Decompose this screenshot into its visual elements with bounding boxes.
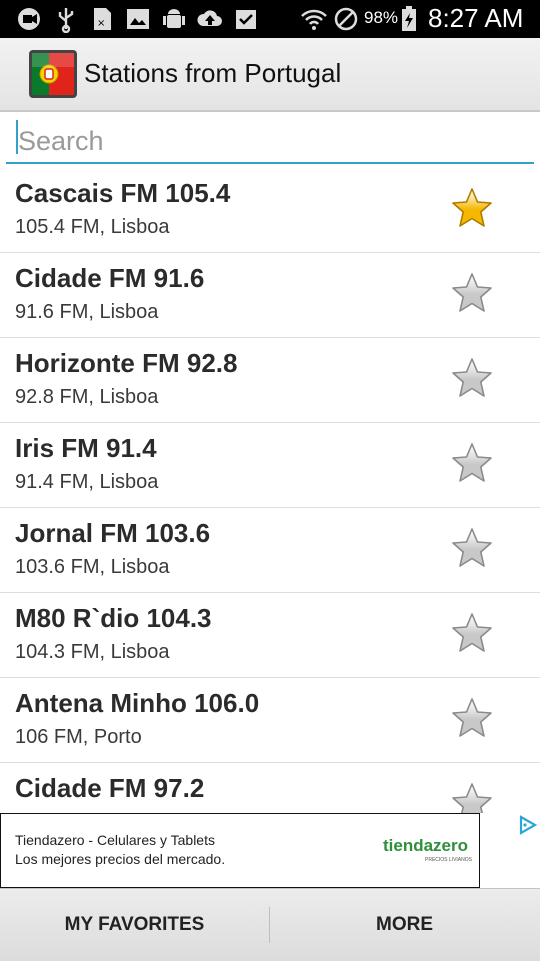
app-bar: Stations from Portugal	[0, 38, 540, 112]
no-signal-icon	[334, 7, 358, 31]
image-icon	[127, 9, 149, 29]
status-bar: × 98% 8:27 AM	[0, 0, 540, 38]
station-frequency-city: 106 FM, Porto	[15, 726, 142, 748]
station-frequency-city: 105.4 FM, Lisboa	[15, 216, 170, 238]
portugal-flag-icon[interactable]	[29, 50, 77, 98]
more-button[interactable]: MORE	[270, 889, 539, 961]
station-name: M80 R`dio 104.3	[15, 603, 212, 633]
favorite-star-icon[interactable]	[450, 442, 494, 484]
cloud-upload-icon	[197, 10, 222, 26]
station-row[interactable]: Iris FM 91.4 91.4 FM, Lisboa	[0, 423, 540, 508]
station-name: Iris FM 91.4	[15, 433, 157, 463]
svg-text:×: ×	[97, 18, 105, 29]
clock: 8:27 AM	[428, 3, 524, 33]
sim-icon: ×	[94, 8, 111, 30]
adchoices-icon[interactable]	[516, 814, 538, 836]
station-row[interactable]: Antena Minho 106.0 106 FM, Porto	[0, 678, 540, 763]
station-name: Cidade FM 97.2	[15, 773, 205, 803]
favorite-star-icon[interactable]	[450, 357, 494, 399]
favorite-star-filled-icon[interactable]	[450, 187, 494, 229]
station-list[interactable]: Cascais FM 105.4 105.4 FM, Lisboa Cidade F…	[0, 168, 540, 813]
station-row[interactable]: M80 R`dio 104.3 104.3 FM, Lisboa	[0, 593, 540, 678]
favorite-star-icon[interactable]	[450, 612, 494, 654]
favorite-star-icon[interactable]	[450, 527, 494, 569]
bottom-bar: MY FAVORITES MORE	[0, 888, 540, 961]
station-name: Cidade FM 91.6	[15, 263, 205, 293]
battery-charging-icon	[402, 6, 416, 31]
station-frequency-city: 103.6 FM, Lisboa	[15, 556, 170, 578]
text-cursor	[16, 120, 18, 154]
ad-logo: tiendazero PRECIOS LIVIANOS	[383, 836, 475, 866]
clipboard-check-icon	[236, 10, 256, 29]
ad-logo-tagline: PRECIOS LIVIANOS	[425, 857, 472, 863]
station-frequency-city: 104.3 FM, Lisboa	[15, 641, 170, 663]
my-favorites-button[interactable]: MY FAVORITES	[0, 889, 269, 961]
station-name: Cascais FM 105.4	[15, 178, 231, 208]
station-name: Jornal FM 103.6	[15, 518, 211, 548]
station-frequency-city: 92.8 FM, Lisboa	[15, 386, 159, 408]
station-frequency-city: 91.6 FM, Lisboa	[15, 301, 159, 323]
battery-percent: 98%	[364, 8, 399, 27]
station-row[interactable]: Cidade FM 97.2	[0, 763, 540, 813]
station-row[interactable]: Cidade FM 91.6 91.6 FM, Lisboa	[0, 253, 540, 338]
favorite-star-icon[interactable]	[450, 272, 494, 314]
search-input[interactable]	[6, 120, 534, 164]
ad-headline: Tiendazero - Celulares y Tablets	[15, 832, 215, 848]
search-bar	[0, 112, 540, 168]
station-row[interactable]: Cascais FM 105.4 105.4 FM, Lisboa	[0, 168, 540, 253]
favorite-star-icon[interactable]	[450, 782, 494, 813]
video-icon	[18, 8, 40, 30]
page-title: Stations from Portugal	[84, 58, 342, 88]
usb-icon	[58, 8, 74, 33]
station-row[interactable]: Horizonte FM 92.8 92.8 FM, Lisboa	[0, 338, 540, 423]
ad-description: Los mejores precios del mercado.	[15, 851, 226, 867]
station-name: Horizonte FM 92.8	[15, 348, 238, 378]
wifi-icon	[301, 9, 327, 30]
android-debug-icon	[163, 9, 185, 28]
favorite-star-icon[interactable]	[450, 697, 494, 739]
ad-logo-text: tiendazero	[383, 836, 469, 855]
station-row[interactable]: Jornal FM 103.6 103.6 FM, Lisboa	[0, 508, 540, 593]
station-name: Antena Minho 106.0	[15, 688, 260, 718]
station-frequency-city: 91.4 FM, Lisboa	[15, 471, 159, 493]
ad-banner[interactable]: Tiendazero - Celulares y Tablets Los mej…	[0, 813, 480, 888]
